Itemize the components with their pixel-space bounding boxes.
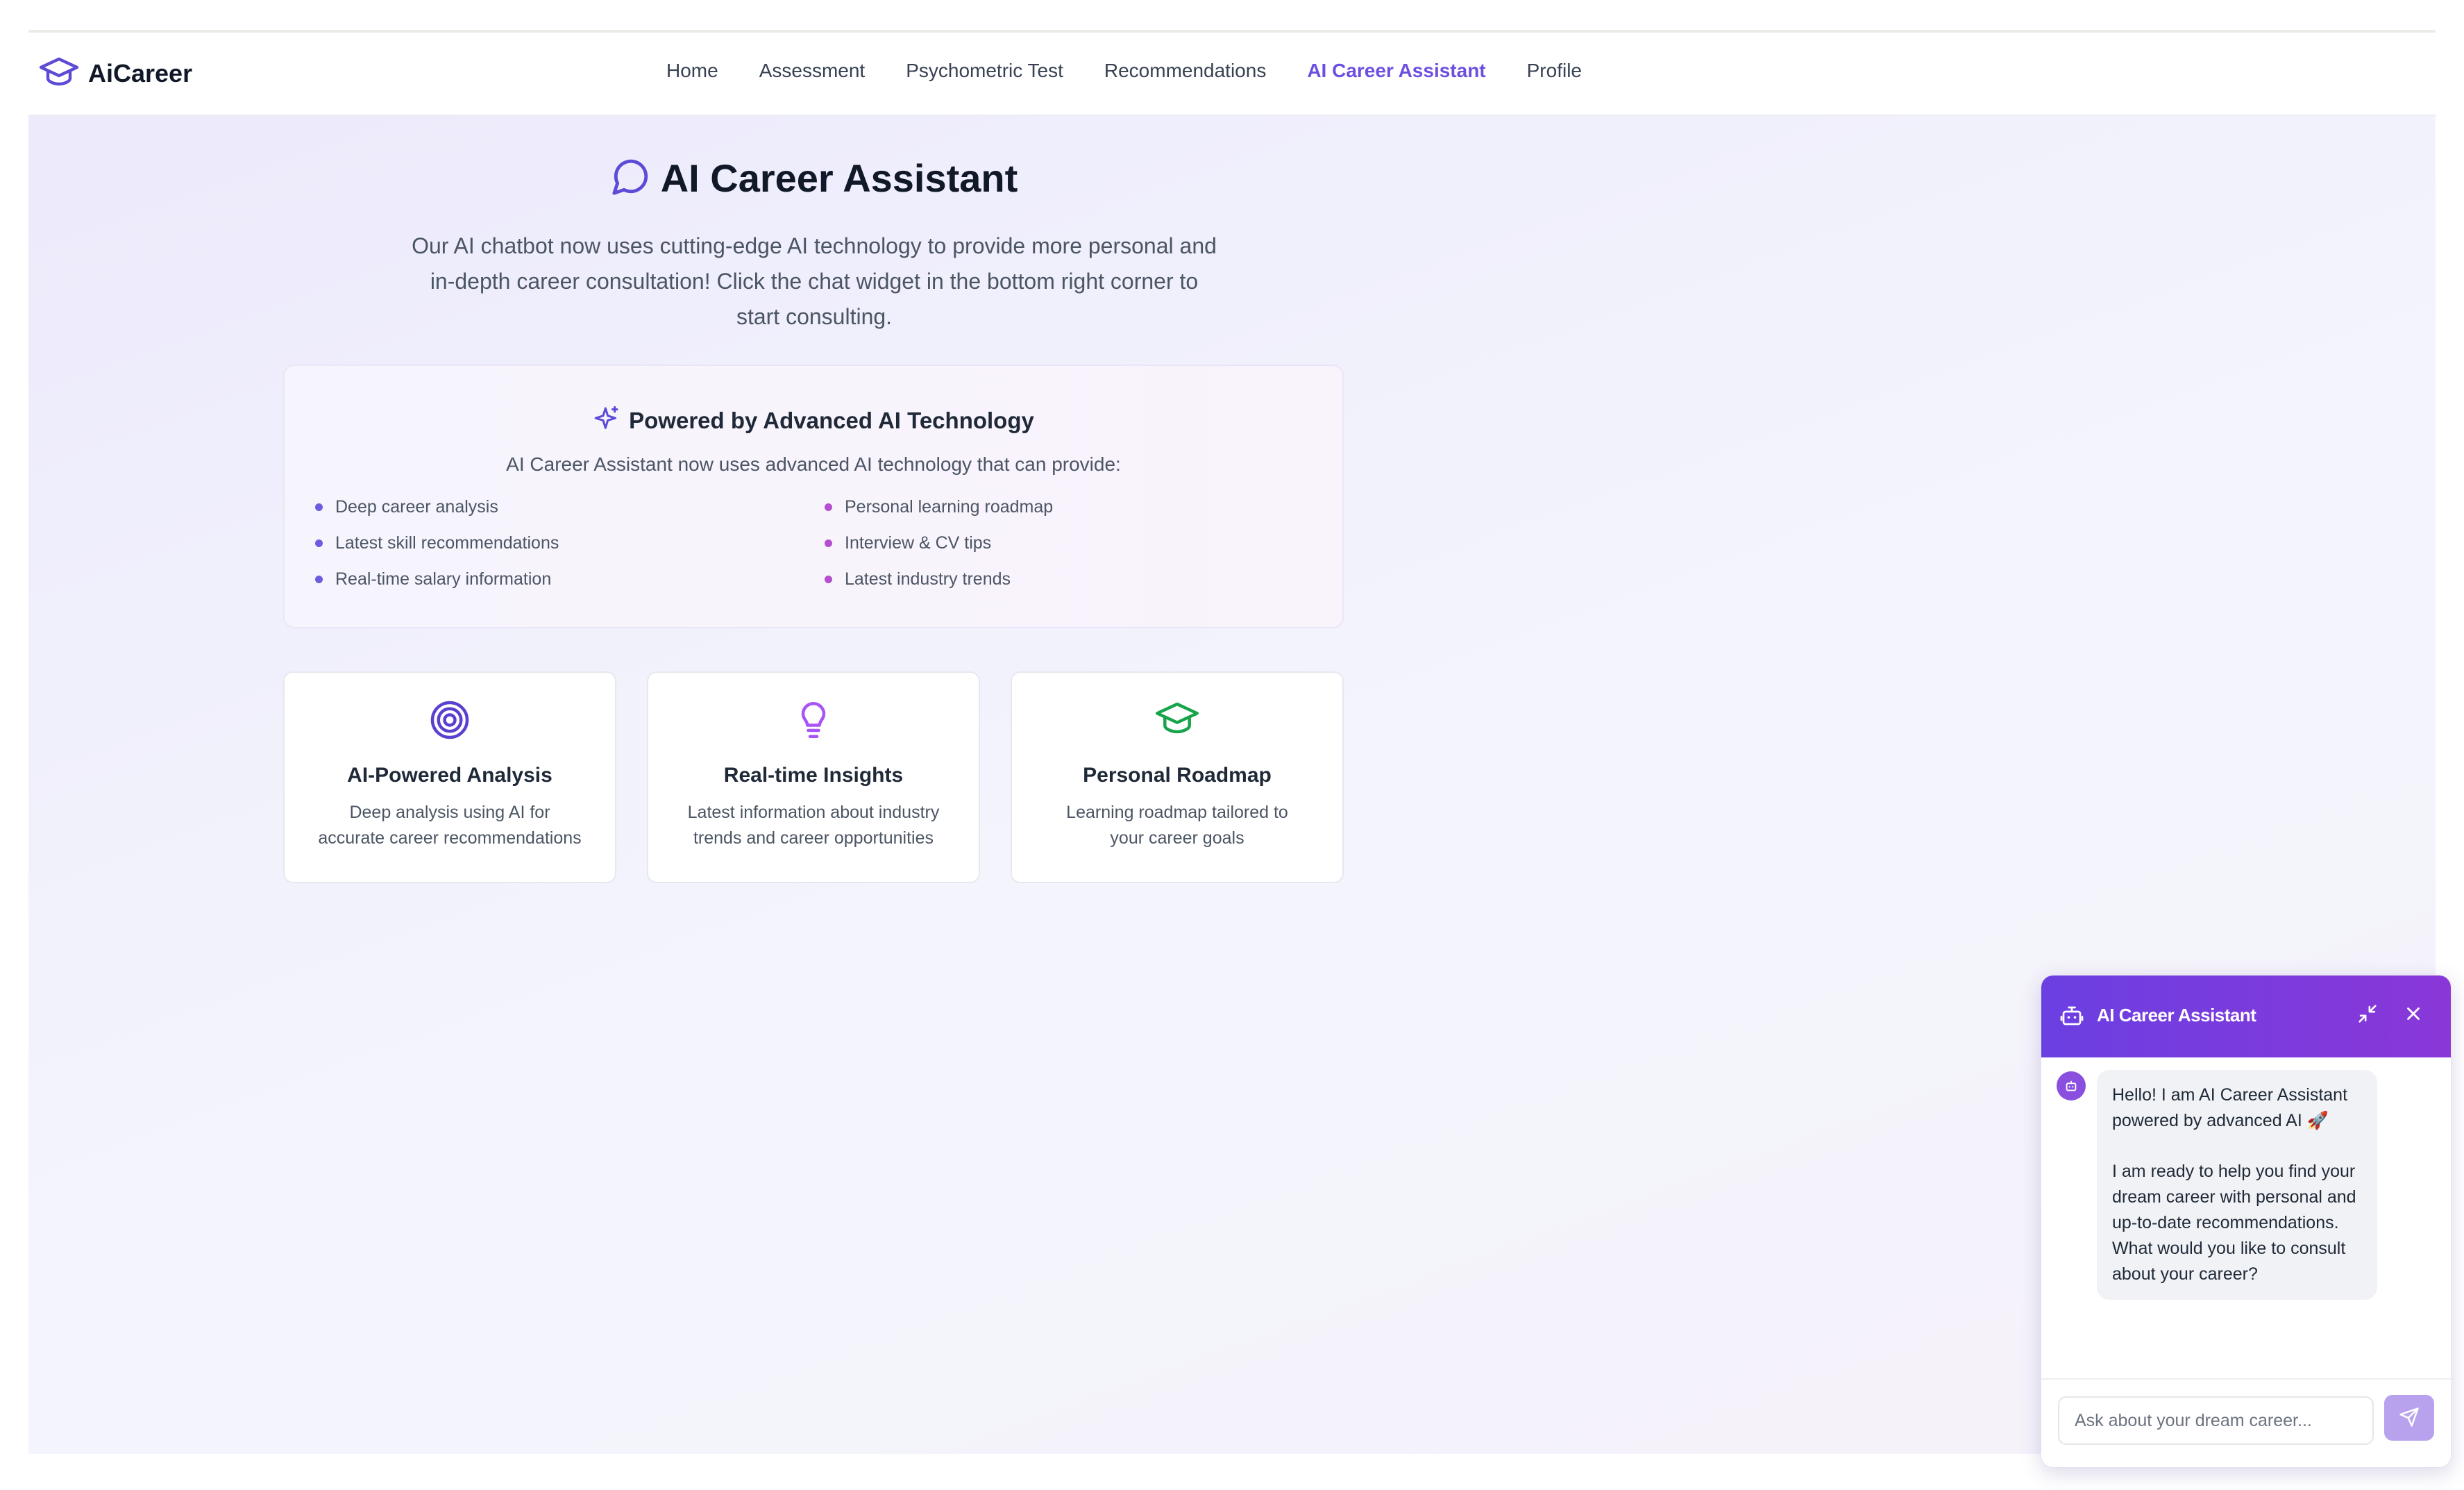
feature-cards: AI-Powered Analysis Deep analysis using … [283,671,1344,883]
feature-text: Personal learning roadmap [845,497,1054,517]
app-window: AiCareer Home Assessment Psychometric Te… [28,30,2452,1468]
powered-by-ai-card: Powered by Advanced AI Technology AI Car… [283,365,1344,628]
powered-subtitle: AI Career Assistant now uses advanced AI… [506,453,1121,475]
nav-ai-career-assistant[interactable]: AI Career Assistant [1307,60,1485,82]
bullet-dot [315,503,323,511]
card-description: Deep analysis using AI for accurate care… [310,800,590,851]
card-real-time-insights: Real-time Insights Latest information ab… [647,671,980,883]
powered-title: Powered by Advanced AI Technology [629,407,1034,433]
feature-list-left: Deep career analysis Latest skill recomm… [315,495,559,603]
close-icon[interactable] [2403,1003,2424,1028]
card-description-line: trends and career opportunities [693,828,934,848]
list-item: Latest industry trends [825,567,1053,603]
chat-input[interactable] [2058,1396,2374,1445]
card-ai-powered-analysis: AI-Powered Analysis Deep analysis using … [283,671,616,883]
card-personal-roadmap: Personal Roadmap Learning roadmap tailor… [1011,671,1344,883]
bullet-dot [315,576,323,583]
card-title: Personal Roadmap [1083,764,1272,787]
list-item: Personal learning roadmap [825,495,1053,531]
top-navbar: AiCareer Home Assessment Psychometric Te… [28,33,2436,116]
card-title: AI-Powered Analysis [347,764,552,787]
list-item: Deep career analysis [315,495,559,531]
send-icon [2399,1407,2420,1430]
nav-profile[interactable]: Profile [1527,60,1582,82]
graduation-cap-icon [1156,699,1199,740]
card-title: Real-time Insights [723,764,904,787]
card-description-line: accurate career recommendations [318,828,582,848]
list-item: Latest skill recommendations [315,531,559,567]
page-description: Our AI chatbot now uses cutting-edge AI … [387,228,1241,335]
brand-name: AiCareer [88,58,193,87]
bot-icon [2059,1003,2084,1032]
card-description: Learning roadmap tailored to your career… [1037,800,1317,851]
nav-psychometric-test[interactable]: Psychometric Test [906,60,1063,82]
brand-logo[interactable]: AiCareer [39,56,193,90]
nav-home[interactable]: Home [666,60,718,82]
minimize-icon[interactable] [2356,1002,2379,1029]
bullet-dot [825,576,832,583]
feature-text: Latest skill recommendations [335,533,559,553]
feature-text: Latest industry trends [845,569,1011,589]
description-line: start consulting. [736,304,893,329]
graduation-cap-icon [39,56,79,90]
nav-menu: Home Assessment Psychometric Test Recomm… [666,60,1582,82]
feature-text: Real-time salary information [335,569,552,589]
message-circle-icon [611,156,651,200]
card-description: Latest information about industry trends… [673,800,954,851]
description-line: Our AI chatbot now uses cutting-edge AI … [412,233,1217,258]
bullet-dot [825,539,832,547]
chat-input-bar [2041,1378,2451,1467]
bullet-dot [825,503,832,511]
card-description-line: Latest information about industry [687,803,940,822]
powered-header: Powered by Advanced AI Technology [285,405,1342,436]
list-item: Interview & CV tips [825,531,1053,567]
feature-list-right: Personal learning roadmap Interview & CV… [825,495,1053,603]
description-line: in-depth career consultation! Click the … [430,269,1199,294]
page-title: AI Career Assistant [660,156,1018,200]
nav-assessment[interactable]: Assessment [759,60,866,82]
card-description-line: your career goals [1110,828,1244,848]
lightbulb-icon [793,699,834,744]
bot-avatar [2057,1071,2086,1100]
sparkles-icon [593,405,621,436]
send-button[interactable] [2384,1395,2434,1441]
message-paragraph: I am ready to help you find your dream c… [2112,1162,2356,1284]
page-header: AI Career Assistant [28,156,1600,201]
bullet-dot [315,539,323,547]
feature-text: Deep career analysis [335,497,498,517]
feature-text: Interview & CV tips [845,533,992,553]
chat-title: AI Career Assistant [2097,1005,2256,1026]
list-item: Real-time salary information [315,567,559,603]
chat-widget: AI Career Assistant Hello! I am AI Caree… [2041,975,2452,1468]
bot-message-bubble: Hello! I am AI Career Assistant powered … [2097,1070,2377,1300]
card-description-line: Deep analysis using AI for [349,803,550,822]
chat-header: AI Career Assistant [2041,976,2451,1057]
nav-recommendations[interactable]: Recommendations [1104,60,1266,82]
card-description-line: Learning roadmap tailored to [1066,803,1288,822]
message-paragraph: Hello! I am AI Career Assistant powered … [2112,1085,2348,1130]
target-icon [429,699,471,744]
chat-messages: Hello! I am AI Career Assistant powered … [2041,1057,2451,1300]
